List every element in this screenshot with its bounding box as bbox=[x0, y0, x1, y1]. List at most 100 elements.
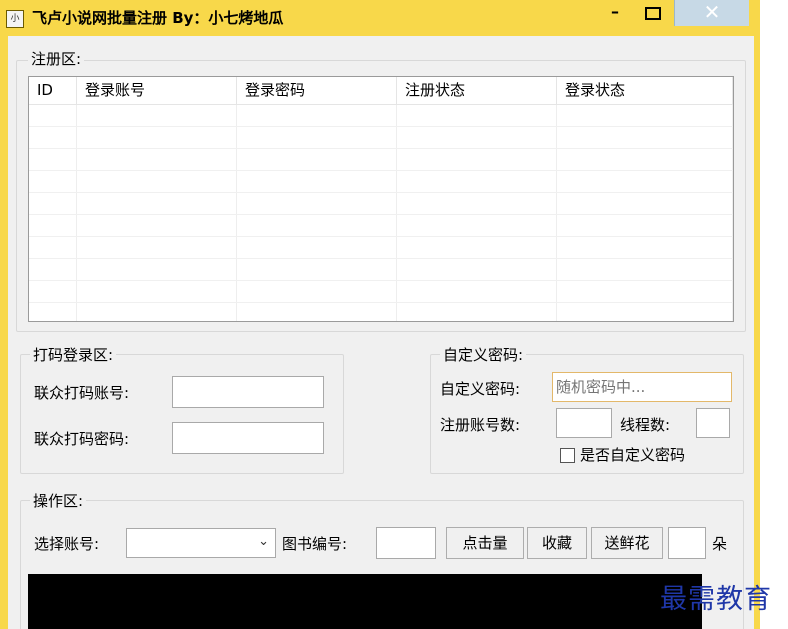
table-cell bbox=[557, 127, 733, 148]
table-cell bbox=[237, 281, 397, 302]
captcha-group-label: 打码登录区: bbox=[30, 344, 117, 365]
table-cell bbox=[397, 171, 557, 192]
custom-password-input[interactable] bbox=[552, 372, 732, 402]
column-header-password[interactable]: 登录密码 bbox=[237, 77, 397, 104]
table-row[interactable] bbox=[29, 303, 733, 321]
thread-count-label: 线程数: bbox=[620, 416, 671, 434]
register-list[interactable]: ID 登录账号 登录密码 注册状态 登录状态 bbox=[28, 76, 734, 322]
table-cell bbox=[29, 215, 77, 236]
table-cell bbox=[77, 127, 237, 148]
chevron-down-icon[interactable]: ⌄ bbox=[258, 534, 269, 549]
table-cell bbox=[77, 237, 237, 258]
register-group-label: 注册区: bbox=[28, 48, 85, 69]
table-cell bbox=[237, 237, 397, 258]
table-cell bbox=[397, 237, 557, 258]
table-cell bbox=[77, 193, 237, 214]
table-cell bbox=[77, 259, 237, 280]
table-row[interactable] bbox=[29, 105, 733, 127]
thread-count-input[interactable] bbox=[696, 408, 730, 438]
table-cell bbox=[29, 105, 77, 126]
table-row[interactable] bbox=[29, 127, 733, 149]
flower-unit-label: 朵 bbox=[712, 535, 728, 553]
send-flower-button[interactable]: 送鲜花 bbox=[591, 527, 663, 559]
operation-group-label: 操作区: bbox=[30, 490, 87, 511]
table-cell bbox=[557, 149, 733, 170]
column-header-account[interactable]: 登录账号 bbox=[77, 77, 237, 104]
close-button[interactable]: ✕ bbox=[674, 0, 749, 26]
app-icon: 小 bbox=[6, 10, 24, 28]
table-cell bbox=[397, 193, 557, 214]
captcha-password-label: 联众打码密码: bbox=[34, 430, 130, 448]
watermark: 最需教育 bbox=[660, 584, 772, 615]
table-cell bbox=[29, 149, 77, 170]
column-header-register-status[interactable]: 注册状态 bbox=[397, 77, 557, 104]
table-cell bbox=[237, 259, 397, 280]
book-id-input[interactable] bbox=[376, 527, 436, 559]
table-cell bbox=[77, 215, 237, 236]
table-cell bbox=[77, 281, 237, 302]
log-output[interactable] bbox=[28, 574, 702, 629]
register-count-input[interactable] bbox=[556, 408, 612, 438]
table-row[interactable] bbox=[29, 259, 733, 281]
table-cell bbox=[29, 281, 77, 302]
custom-password-checkbox-label[interactable]: 是否自定义密码 bbox=[580, 444, 685, 465]
table-cell bbox=[77, 105, 237, 126]
table-cell bbox=[557, 215, 733, 236]
table-cell bbox=[237, 171, 397, 192]
table-cell bbox=[77, 171, 237, 192]
table-cell bbox=[29, 259, 77, 280]
column-header-login-status[interactable]: 登录状态 bbox=[557, 77, 733, 104]
register-list-body bbox=[29, 105, 733, 321]
click-count-button[interactable]: 点击量 bbox=[446, 527, 524, 559]
maximize-icon bbox=[645, 7, 661, 20]
minimize-button[interactable]: – bbox=[595, 0, 635, 26]
register-count-label: 注册账号数: bbox=[440, 416, 521, 434]
table-cell bbox=[557, 259, 733, 280]
captcha-group bbox=[20, 354, 344, 474]
select-account-dropdown[interactable]: ⌄ bbox=[126, 528, 276, 558]
select-account-label: 选择账号: bbox=[34, 535, 100, 553]
app-window: 小 飞卢小说网批量注册 By：小七烤地瓜 – ✕ 注册区: ID 登录账号 登录… bbox=[0, 0, 760, 629]
table-row[interactable] bbox=[29, 215, 733, 237]
table-cell bbox=[77, 303, 237, 321]
maximize-button[interactable] bbox=[633, 0, 673, 26]
captcha-account-label: 联众打码账号: bbox=[34, 384, 130, 402]
client-area: 注册区: ID 登录账号 登录密码 注册状态 登录状态 打码登录区: 联众打码账… bbox=[8, 36, 754, 629]
table-cell bbox=[397, 215, 557, 236]
table-cell bbox=[29, 237, 77, 258]
column-header-id[interactable]: ID bbox=[29, 77, 77, 104]
table-cell bbox=[397, 105, 557, 126]
book-id-label: 图书编号: bbox=[282, 535, 348, 553]
table-row[interactable] bbox=[29, 171, 733, 193]
table-cell bbox=[29, 171, 77, 192]
flower-count-input[interactable] bbox=[668, 527, 706, 559]
captcha-password-input[interactable] bbox=[172, 422, 324, 454]
collect-button[interactable]: 收藏 bbox=[527, 527, 587, 559]
custom-password-label: 自定义密码: bbox=[440, 380, 521, 398]
table-row[interactable] bbox=[29, 193, 733, 215]
table-cell bbox=[237, 303, 397, 321]
table-cell bbox=[557, 303, 733, 321]
table-row[interactable] bbox=[29, 237, 733, 259]
window-title: 飞卢小说网批量注册 By：小七烤地瓜 bbox=[32, 9, 284, 27]
table-cell bbox=[237, 215, 397, 236]
register-list-header: ID 登录账号 登录密码 注册状态 登录状态 bbox=[29, 77, 733, 105]
table-cell bbox=[397, 303, 557, 321]
table-cell bbox=[237, 193, 397, 214]
captcha-account-input[interactable] bbox=[172, 376, 324, 408]
table-cell bbox=[397, 149, 557, 170]
title-bar[interactable]: 小 飞卢小说网批量注册 By：小七烤地瓜 – ✕ bbox=[0, 0, 760, 36]
custom-password-checkbox[interactable] bbox=[560, 448, 575, 463]
table-cell bbox=[237, 149, 397, 170]
table-cell bbox=[557, 171, 733, 192]
table-cell bbox=[557, 281, 733, 302]
table-cell bbox=[29, 193, 77, 214]
table-row[interactable] bbox=[29, 149, 733, 171]
table-cell bbox=[557, 193, 733, 214]
table-cell bbox=[77, 149, 237, 170]
table-cell bbox=[557, 237, 733, 258]
table-cell bbox=[29, 303, 77, 321]
table-cell bbox=[397, 281, 557, 302]
table-row[interactable] bbox=[29, 281, 733, 303]
table-cell bbox=[397, 259, 557, 280]
